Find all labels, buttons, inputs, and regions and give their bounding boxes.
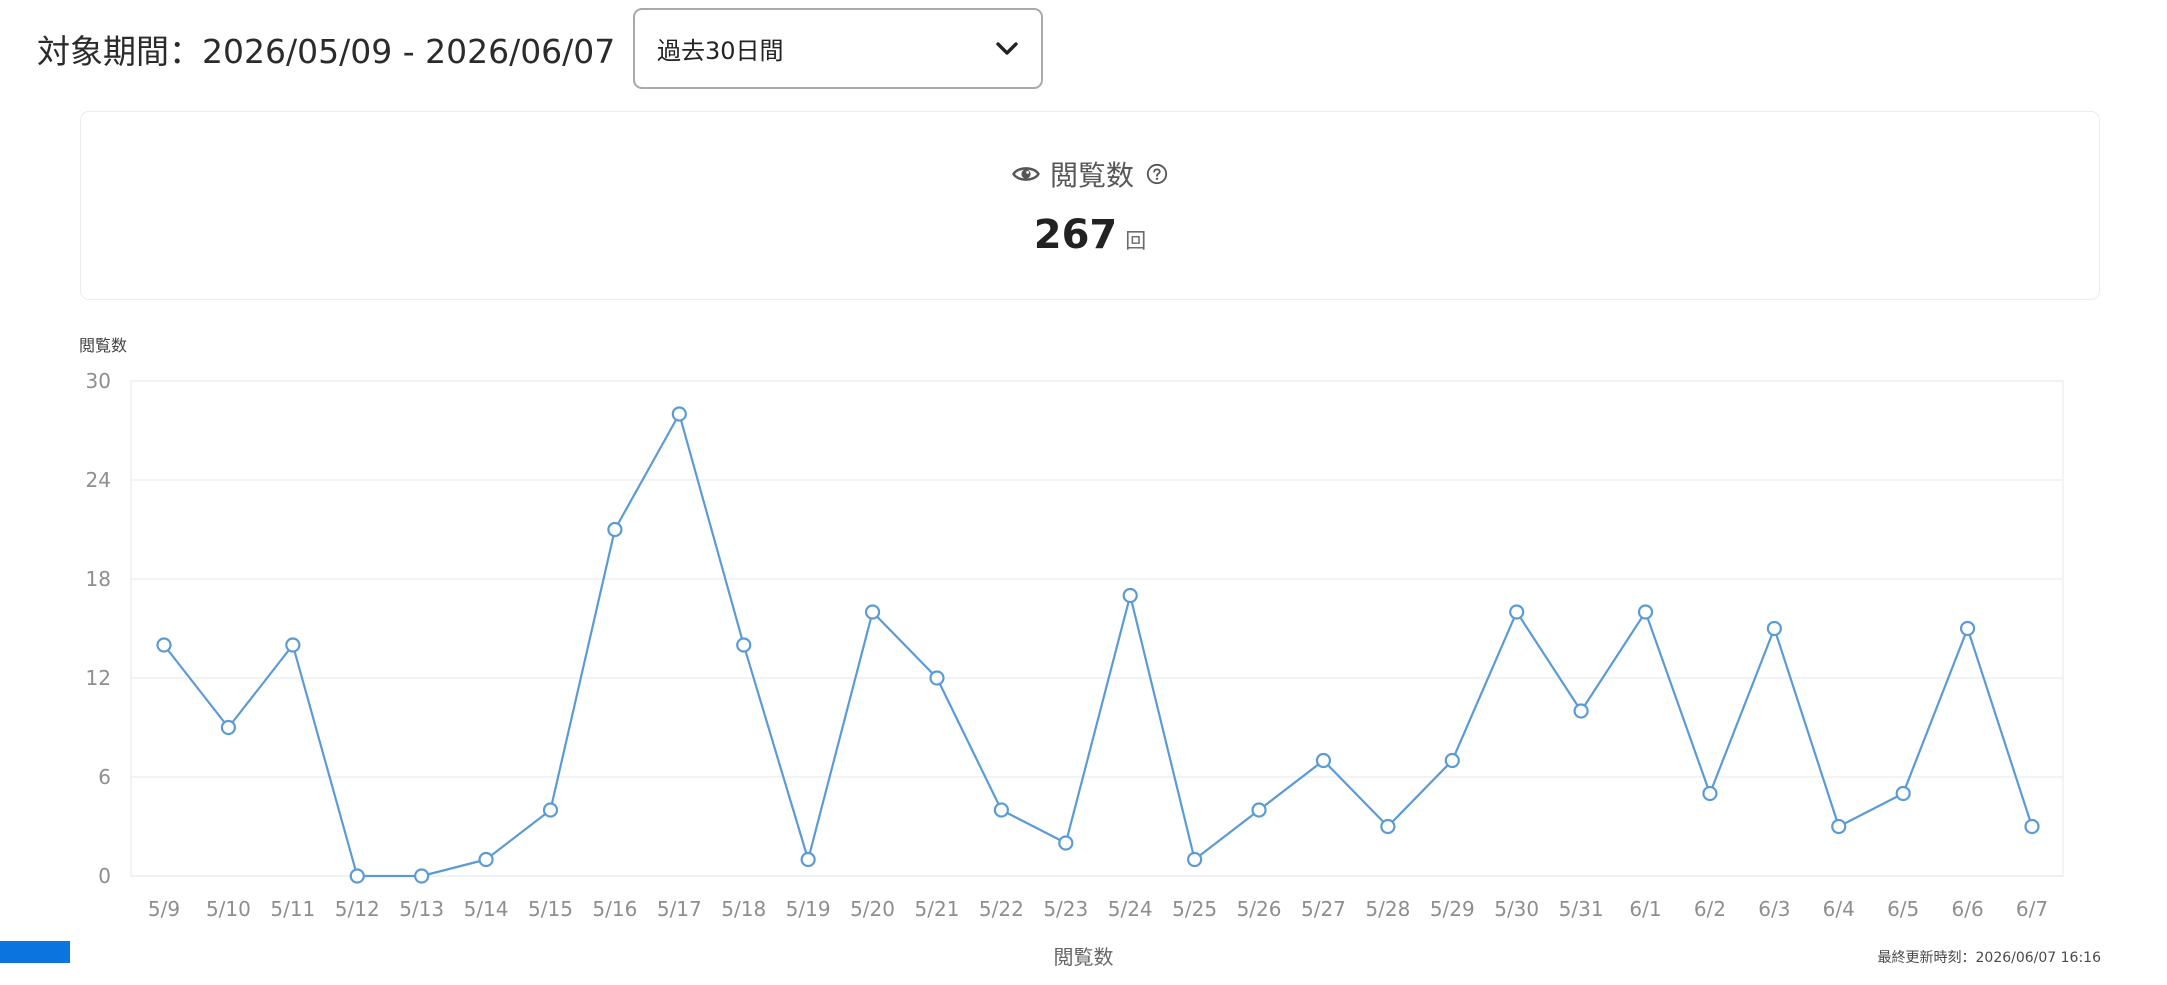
- data-point: [1380, 818, 1396, 835]
- views-total: 267: [1033, 212, 1118, 258]
- x-tick-label: 5/11: [270, 897, 315, 921]
- period-label: 対象期間：2026/05/09 - 2026/06/07: [37, 32, 616, 71]
- data-point: [1573, 703, 1589, 719]
- x-tick-label: 5/17: [657, 897, 702, 921]
- views-summary-card: 閲覧数 267 回: [80, 111, 2100, 300]
- data-point: [1702, 785, 1718, 802]
- data-point: [156, 637, 172, 653]
- data-point: [1187, 851, 1203, 868]
- summary-value: 267 回: [81, 212, 2099, 258]
- y-tick-label: 6: [98, 765, 111, 789]
- question-circle-icon[interactable]: [1146, 163, 1168, 185]
- data-point: [349, 868, 365, 884]
- data-point: [414, 868, 430, 884]
- summary-label: 閲覧数: [1049, 159, 1134, 192]
- y-tick-label: 24: [86, 468, 111, 492]
- x-tick-label: 5/21: [915, 897, 960, 921]
- chart-legend[interactable]: 閲覧数: [0, 941, 2167, 970]
- x-tick-label: 5/20: [850, 897, 895, 921]
- data-point: [864, 604, 881, 620]
- x-tick-label: 5/29: [1430, 897, 1475, 921]
- x-tick-label: 6/5: [1887, 897, 1919, 921]
- x-tick-label: 6/4: [1823, 897, 1855, 921]
- x-tick-label: 5/15: [528, 897, 573, 921]
- x-tick-label: 5/26: [1237, 897, 1282, 921]
- x-tick-label: 5/23: [1043, 897, 1088, 921]
- data-point: [1509, 604, 1525, 620]
- data-point: [993, 802, 1009, 818]
- data-point: [671, 406, 687, 422]
- data-point: [542, 802, 559, 818]
- data-point: [478, 851, 494, 868]
- x-tick-label: 5/25: [1172, 897, 1217, 921]
- x-tick-label: 5/18: [721, 897, 766, 921]
- x-tick-label: 5/16: [592, 897, 637, 921]
- views-chart: 閲覧数 0 6 12 18 24 30 5/9 5/10 5/11 5/12 5/13 5/14 5/1…: [0, 320, 2167, 985]
- legend-label: 閲覧数: [1053, 945, 1114, 969]
- date-range-select[interactable]: 過去30日間: [633, 8, 1043, 89]
- data-point: [607, 521, 623, 538]
- data-point: [736, 637, 752, 653]
- x-tick-label: 6/6: [1951, 897, 1983, 921]
- data-point: [220, 719, 237, 736]
- x-tick-label: 5/27: [1301, 897, 1346, 921]
- data-point: [1251, 802, 1267, 818]
- data-point: [285, 637, 301, 653]
- last-updated: 最終更新時刻：2026/06/07 16:16: [1877, 950, 2102, 966]
- y-tick-label: 18: [86, 567, 111, 591]
- data-point: [1637, 604, 1654, 620]
- chevron-down-icon: [996, 41, 1018, 55]
- x-tick-label: 5/31: [1559, 897, 1604, 921]
- data-point: [800, 851, 816, 868]
- x-tick-label: 5/9: [148, 897, 180, 921]
- data-point: [1444, 752, 1460, 769]
- y-tick-label: 12: [86, 666, 111, 690]
- summary-header: 閲覧数: [81, 154, 2099, 194]
- x-tick-label: 6/7: [2016, 897, 2048, 921]
- x-tick-label: 6/2: [1694, 897, 1726, 921]
- data-point: [1315, 752, 1332, 769]
- x-tick-label: 6/1: [1629, 897, 1661, 921]
- data-point: [1959, 620, 1976, 637]
- data-point: [1831, 818, 1847, 835]
- x-tick-label: 5/12: [335, 897, 380, 921]
- views-unit: 回: [1125, 229, 1147, 253]
- x-tick-label: 6/3: [1758, 897, 1790, 921]
- x-tick-label: 5/28: [1365, 897, 1410, 921]
- y-tick-label: 0: [98, 864, 111, 888]
- data-point: [929, 670, 945, 686]
- date-range-value: 過去30日間: [657, 37, 784, 65]
- line-chart: 0 6 12 18 24 30 5/9 5/10 5/11 5/12 5/13 5/14 5/15 5/1…: [86, 369, 2064, 921]
- x-tick-label: 5/24: [1108, 897, 1153, 921]
- series-line: [163, 412, 2034, 878]
- legend-swatch: [0, 941, 70, 963]
- data-point: [1895, 785, 1911, 802]
- x-tick-label: 5/19: [786, 897, 831, 921]
- data-point: [1766, 620, 1782, 637]
- y-tick-label: 30: [86, 369, 111, 393]
- x-tick-label: 5/30: [1494, 897, 1539, 921]
- eye-icon: [1012, 167, 1040, 181]
- data-point: [2024, 818, 2040, 835]
- x-tick-label: 5/22: [979, 897, 1024, 921]
- x-tick-label: 5/13: [399, 897, 444, 921]
- data-point: [1122, 587, 1138, 604]
- x-tick-label: 5/14: [464, 897, 509, 921]
- x-tick-label: 5/10: [206, 897, 251, 921]
- data-point: [1058, 835, 1074, 851]
